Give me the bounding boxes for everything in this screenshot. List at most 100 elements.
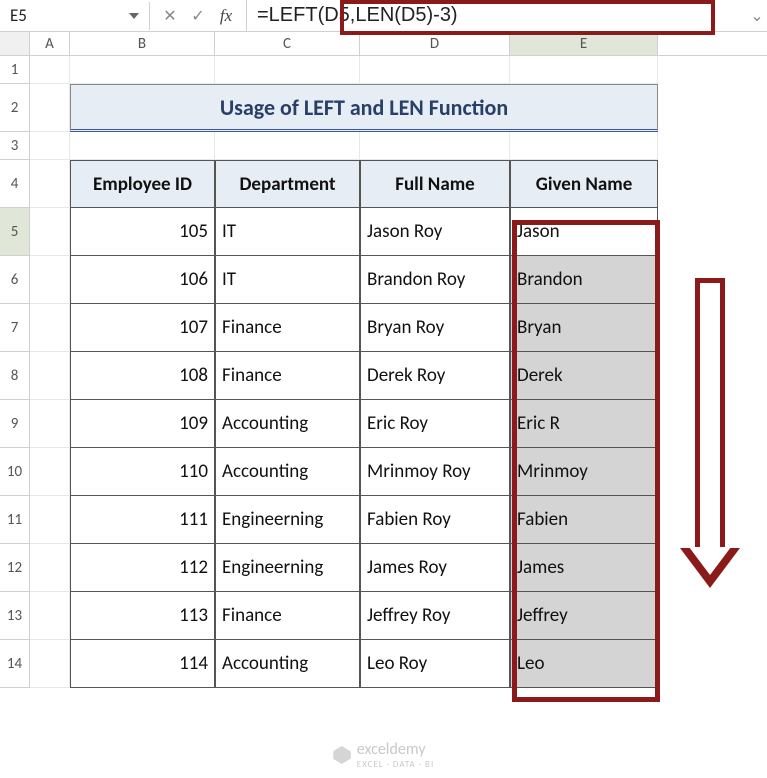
cell-full-name[interactable]: Bryan Roy <box>360 304 510 352</box>
cell-empty[interactable] <box>30 400 70 448</box>
cell-A3[interactable] <box>30 132 70 160</box>
row-header[interactable]: 13 <box>0 592 30 640</box>
cell-department[interactable]: Accounting <box>215 448 360 496</box>
row-header-2[interactable]: 2 <box>0 84 30 132</box>
table-row: 8 108FinanceDerek RoyDerek <box>0 352 767 400</box>
cell-given-name[interactable]: Fabien <box>510 496 658 544</box>
row-header[interactable]: 8 <box>0 352 30 400</box>
name-box-value: E5 <box>10 5 27 26</box>
table-row: 9 109AccountingEric RoyEric R <box>0 400 767 448</box>
cancel-formula-icon[interactable]: ✕ <box>160 6 180 26</box>
formula-input[interactable]: =LEFT(D5,LEN(D5)-3) <box>257 4 458 27</box>
cell-full-name[interactable]: Eric Roy <box>360 400 510 448</box>
col-header-E[interactable]: E <box>510 32 658 55</box>
cell-given-name[interactable]: Brandon <box>510 256 658 304</box>
cell-full-name[interactable]: Leo Roy <box>360 640 510 688</box>
cell-A4[interactable] <box>30 160 70 208</box>
th-department[interactable]: Department <box>215 160 360 208</box>
row-header-4[interactable]: 4 <box>0 160 30 208</box>
cell-full-name[interactable]: Derek Roy <box>360 352 510 400</box>
row-header[interactable]: 7 <box>0 304 30 352</box>
cell-department[interactable]: IT <box>215 208 360 256</box>
cell-employee-id[interactable]: 108 <box>70 352 215 400</box>
cell-empty[interactable] <box>30 448 70 496</box>
cell-D3[interactable] <box>360 132 510 160</box>
insert-function-icon[interactable]: fx <box>216 6 236 26</box>
name-box[interactable]: E5 <box>0 2 150 30</box>
cell-full-name[interactable]: Mrinmoy Roy <box>360 448 510 496</box>
cell-department[interactable]: Engineerning <box>215 496 360 544</box>
cell-full-name[interactable]: Fabien Roy <box>360 496 510 544</box>
cell-empty[interactable] <box>30 352 70 400</box>
row-header[interactable]: 11 <box>0 496 30 544</box>
cell-employee-id[interactable]: 106 <box>70 256 215 304</box>
cell-department[interactable]: Finance <box>215 304 360 352</box>
row-header[interactable]: 10 <box>0 448 30 496</box>
cell-department[interactable]: Engineerning <box>215 544 360 592</box>
cell-given-name[interactable]: Mrinmoy <box>510 448 658 496</box>
cell-full-name[interactable]: Jason Roy <box>360 208 510 256</box>
row-header-3[interactable]: 3 <box>0 132 30 160</box>
watermark-icon <box>333 746 351 764</box>
table-title[interactable]: Usage of LEFT and LEN Function <box>70 84 658 132</box>
cell-given-name[interactable]: Jeffrey <box>510 592 658 640</box>
cell-empty[interactable] <box>30 256 70 304</box>
cell-employee-id[interactable]: 107 <box>70 304 215 352</box>
cell-given-name[interactable]: Eric R <box>510 400 658 448</box>
cell-given-name[interactable]: Leo <box>510 640 658 688</box>
cell-department[interactable]: Accounting <box>215 400 360 448</box>
cell-empty[interactable] <box>30 496 70 544</box>
accept-formula-icon[interactable]: ✓ <box>188 6 208 26</box>
cell-given-name[interactable]: Jason <box>510 208 658 256</box>
cell-department[interactable]: Finance <box>215 352 360 400</box>
cell-empty[interactable] <box>30 544 70 592</box>
cell-department[interactable]: Accounting <box>215 640 360 688</box>
cell-E3[interactable] <box>510 132 658 160</box>
row-header[interactable]: 5 <box>0 208 30 256</box>
col-header-B[interactable]: B <box>70 32 215 55</box>
table-row: 14 114AccountingLeo RoyLeo <box>0 640 767 688</box>
cell-department[interactable]: Finance <box>215 592 360 640</box>
select-all-corner[interactable] <box>0 32 30 55</box>
cell-C3[interactable] <box>215 132 360 160</box>
cell-full-name[interactable]: James Roy <box>360 544 510 592</box>
name-box-dropdown-icon[interactable] <box>129 13 139 19</box>
col-header-D[interactable]: D <box>360 32 510 55</box>
cell-full-name[interactable]: Brandon Roy <box>360 256 510 304</box>
cell-empty[interactable] <box>30 592 70 640</box>
cell-B1[interactable] <box>70 56 215 84</box>
th-employee-id[interactable]: Employee ID <box>70 160 215 208</box>
row-header-1[interactable]: 1 <box>0 56 30 84</box>
th-given-name[interactable]: Given Name <box>510 160 658 208</box>
cell-given-name[interactable]: James <box>510 544 658 592</box>
cell-empty[interactable] <box>30 640 70 688</box>
col-header-C[interactable]: C <box>215 32 360 55</box>
cell-employee-id[interactable]: 105 <box>70 208 215 256</box>
cell-department[interactable]: IT <box>215 256 360 304</box>
col-header-A[interactable]: A <box>30 32 70 55</box>
cell-employee-id[interactable]: 113 <box>70 592 215 640</box>
expand-formula-bar-icon[interactable]: ⌄ <box>747 0 767 31</box>
formula-input-wrap[interactable]: =LEFT(D5,LEN(D5)-3) <box>247 0 747 31</box>
cell-D1[interactable] <box>360 56 510 84</box>
cell-employee-id[interactable]: 110 <box>70 448 215 496</box>
row-header[interactable]: 12 <box>0 544 30 592</box>
cell-empty[interactable] <box>30 208 70 256</box>
cell-E1[interactable] <box>510 56 658 84</box>
cell-A1[interactable] <box>30 56 70 84</box>
row-header[interactable]: 14 <box>0 640 30 688</box>
cell-employee-id[interactable]: 114 <box>70 640 215 688</box>
cell-employee-id[interactable]: 111 <box>70 496 215 544</box>
cell-given-name[interactable]: Bryan <box>510 304 658 352</box>
th-full-name[interactable]: Full Name <box>360 160 510 208</box>
cell-A2[interactable] <box>30 84 70 132</box>
row-header[interactable]: 9 <box>0 400 30 448</box>
cell-given-name[interactable]: Derek <box>510 352 658 400</box>
cell-full-name[interactable]: Jeffrey Roy <box>360 592 510 640</box>
row-header[interactable]: 6 <box>0 256 30 304</box>
cell-employee-id[interactable]: 112 <box>70 544 215 592</box>
cell-employee-id[interactable]: 109 <box>70 400 215 448</box>
cell-B3[interactable] <box>70 132 215 160</box>
cell-empty[interactable] <box>30 304 70 352</box>
cell-C1[interactable] <box>215 56 360 84</box>
